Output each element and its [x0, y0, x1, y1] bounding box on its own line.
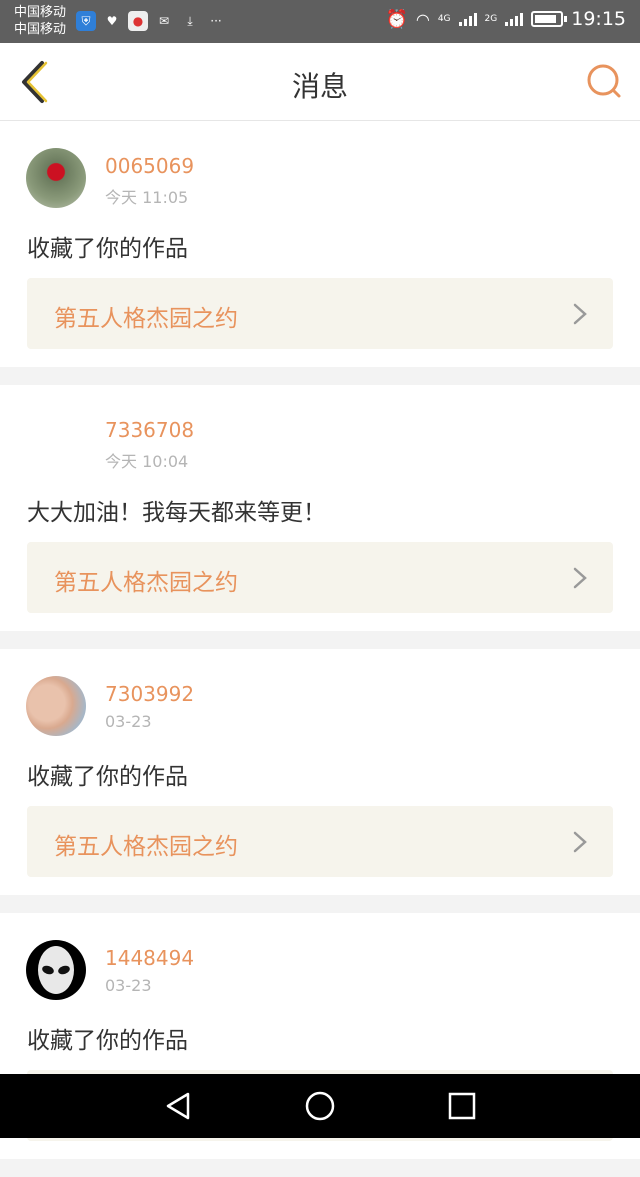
- triangle-back-icon[interactable]: [162, 1090, 194, 1122]
- app-notification-icon: ●: [128, 11, 148, 31]
- message-list: 0065069 今天 11:05 收藏了你的作品 第五人格杰园之约 733670…: [0, 121, 640, 1177]
- download-icon: ⤓: [187, 13, 193, 28]
- message-time: 今天 10:04: [105, 452, 189, 471]
- mask-avatar-image: [38, 946, 74, 994]
- navigation-bar: [0, 1074, 640, 1138]
- app-header: 消息: [0, 43, 640, 121]
- message-card: 0065069 今天 11:05 收藏了你的作品 第五人格杰园之约: [0, 121, 640, 367]
- square-recents-icon[interactable]: [446, 1090, 478, 1122]
- shield-icon: ⛨: [76, 11, 96, 31]
- carrier-info: 中国移动 中国移动: [14, 4, 66, 38]
- page-title: 消息: [291, 70, 348, 103]
- status-time: 19:15: [571, 8, 626, 30]
- message-text: 大大加油！我每天都来等更！: [27, 500, 326, 526]
- avatar[interactable]: [26, 676, 86, 736]
- work-title: 第五人格杰园之约: [54, 306, 238, 332]
- avatar[interactable]: [26, 148, 86, 208]
- message-text: 收藏了你的作品: [27, 236, 188, 262]
- message-text: 收藏了你的作品: [27, 764, 188, 790]
- avatar[interactable]: [26, 412, 86, 472]
- network-4g-label: 4G: [437, 14, 451, 24]
- chevron-right-icon: [573, 303, 587, 325]
- user-id[interactable]: 7303992: [105, 682, 194, 706]
- status-bar: 中国移动 中国移动 ⛨ ♥ ● ✉ ⤓ ··· ⏰ ◠ 4G 2G 19:15: [0, 0, 640, 43]
- heart-rate-icon: ♥: [106, 14, 118, 28]
- work-title: 第五人格杰园之约: [54, 834, 238, 860]
- avatar[interactable]: [26, 940, 86, 1000]
- carrier-2: 中国移动: [14, 22, 67, 37]
- message-card: 7303992 03-23 收藏了你的作品 第五人格杰园之约: [0, 649, 640, 895]
- wifi-icon: ◠: [415, 9, 430, 29]
- signal-1-icon: [458, 12, 477, 26]
- system-status: ⏰ ◠ 4G 2G 19:15: [385, 8, 626, 30]
- work-link[interactable]: 第五人格杰园之约: [27, 542, 613, 613]
- search-icon[interactable]: [586, 63, 622, 99]
- message-time: 今天 11:05: [105, 188, 189, 207]
- work-link[interactable]: 第五人格杰园之约: [27, 806, 613, 877]
- work-title: 第五人格杰园之约: [54, 570, 238, 596]
- signal-2-icon: [505, 12, 524, 26]
- carrier-1: 中国移动: [14, 5, 67, 20]
- wechat-icon: ✉: [158, 14, 170, 28]
- chevron-right-icon: [573, 567, 587, 589]
- message-card: 7336708 今天 10:04 大大加油！我每天都来等更！ 第五人格杰园之约: [0, 385, 640, 631]
- message-time: 03-23: [105, 712, 152, 731]
- alarm-icon: ⏰: [385, 8, 408, 30]
- work-link[interactable]: 第五人格杰园之约: [27, 278, 613, 349]
- chevron-right-icon: [573, 831, 587, 853]
- user-id[interactable]: 1448494: [105, 946, 194, 970]
- notification-icons: ⛨ ♥ ● ✉ ⤓ ···: [76, 11, 226, 31]
- message-text: 收藏了你的作品: [27, 1028, 188, 1054]
- network-2g-label: 2G: [484, 14, 498, 24]
- message-time: 03-23: [105, 976, 152, 995]
- more-icon: ···: [210, 14, 222, 28]
- user-id[interactable]: 0065069: [105, 154, 194, 178]
- user-id[interactable]: 7336708: [105, 418, 194, 442]
- circle-home-icon[interactable]: [304, 1090, 336, 1122]
- battery-icon: [531, 11, 568, 27]
